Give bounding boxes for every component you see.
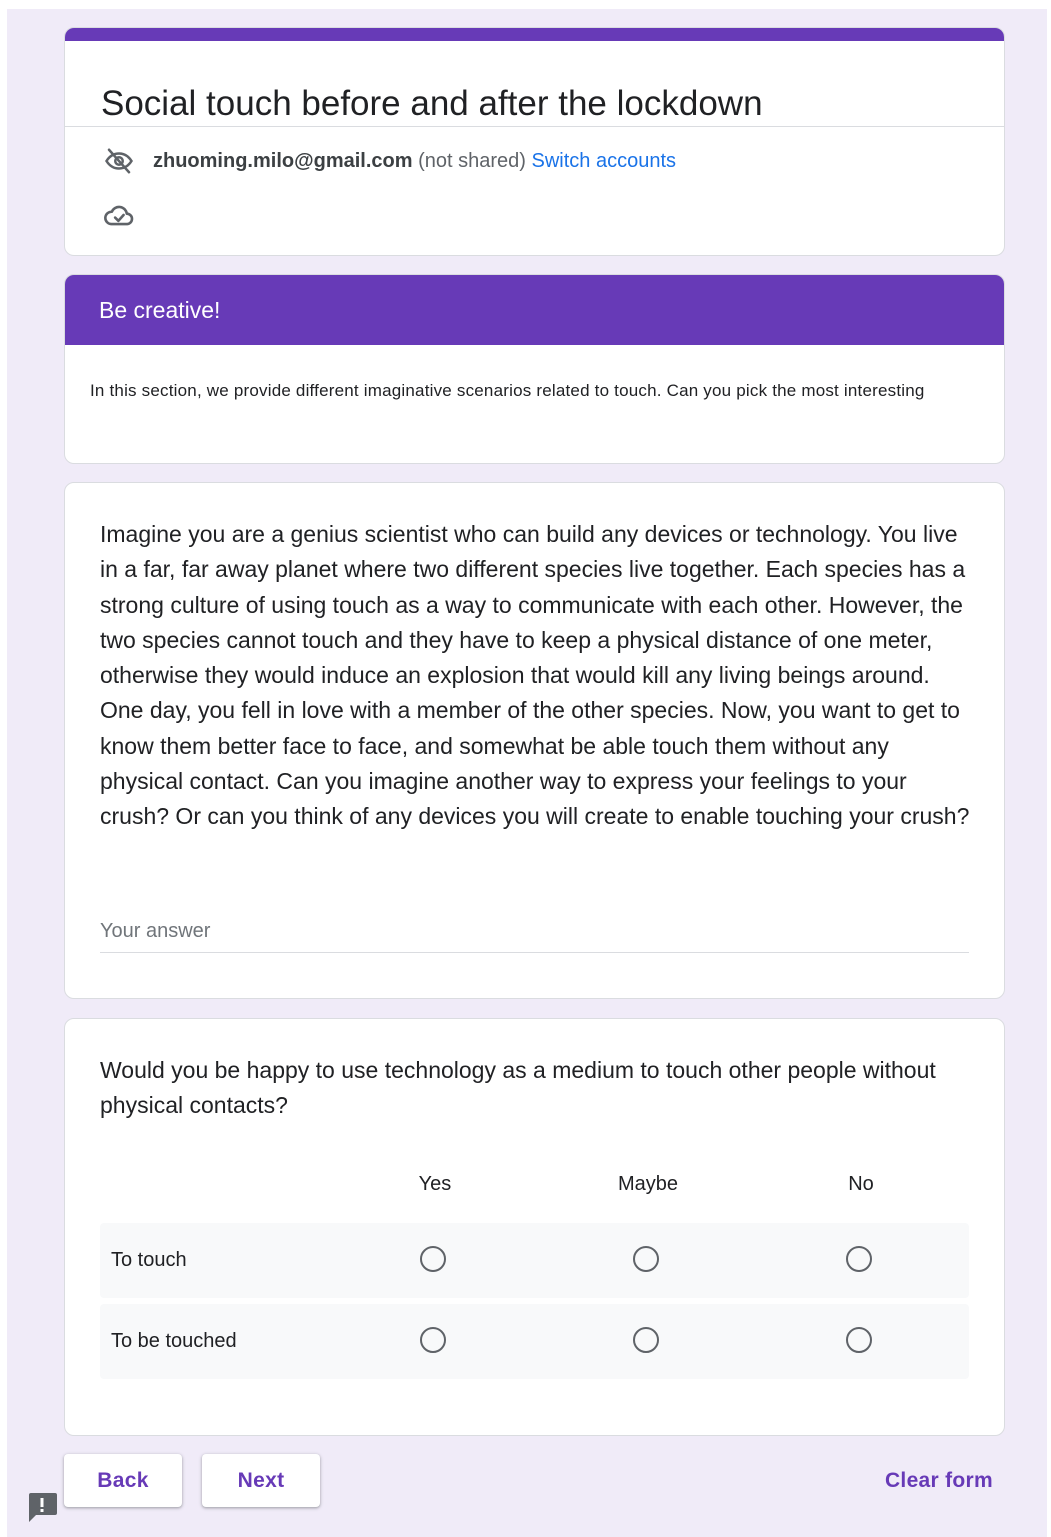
form-header-card: Social touch before and after the lockdo… [64,27,1005,256]
radio-to-touch-yes[interactable] [420,1246,446,1272]
radio-to-be-touched-no[interactable] [846,1327,872,1353]
row-label: To be touched [111,1330,237,1352]
share-status: (not shared) [418,149,526,172]
grid-row-to-be-touched: To be touched [100,1304,969,1379]
eye-off-icon [101,144,137,178]
clear-form-button[interactable]: Clear form [885,1454,993,1507]
section-card: Be creative! In this section, we provide… [64,274,1005,464]
radio-to-be-touched-maybe[interactable] [633,1327,659,1353]
radio-to-touch-no[interactable] [846,1246,872,1272]
grid-header: Yes Maybe No [65,1169,1004,1199]
divider [65,126,1004,127]
switch-accounts-link[interactable]: Switch accounts [531,150,676,172]
cloud-check-icon [101,200,137,230]
account-email: zhuoming.milo@gmail.com [153,149,413,172]
account-row: zhuoming.milo@gmail.com (not shared) Swi… [101,144,676,178]
report-issue-icon[interactable] [26,1490,58,1524]
section-description: In this section, we provide different im… [90,381,925,400]
account-info: zhuoming.milo@gmail.com (not shared) Swi… [153,150,676,173]
next-button[interactable]: Next [202,1454,320,1507]
radio-to-touch-maybe[interactable] [633,1246,659,1272]
question-card-grid: Would you be happy to use technology as … [64,1018,1005,1436]
answer-input[interactable] [100,911,969,953]
form-title: Social touch before and after the lockdo… [101,84,763,123]
back-button[interactable]: Back [64,1454,182,1507]
column-label-maybe: Maybe [617,1173,679,1195]
section-title: Be creative! [65,275,1004,345]
question-text: Would you be happy to use technology as … [100,1057,936,1119]
column-label-yes: Yes [418,1173,452,1195]
row-label: To touch [111,1249,187,1271]
grid-row-to-touch: To touch [100,1223,969,1298]
radio-to-be-touched-yes[interactable] [420,1327,446,1353]
question-text: Imagine you are a genius scientist who c… [100,521,970,830]
question-card-scenario: Imagine you are a genius scientist who c… [64,482,1005,999]
accent-bar [65,28,1004,41]
column-label-no: No [848,1173,874,1195]
